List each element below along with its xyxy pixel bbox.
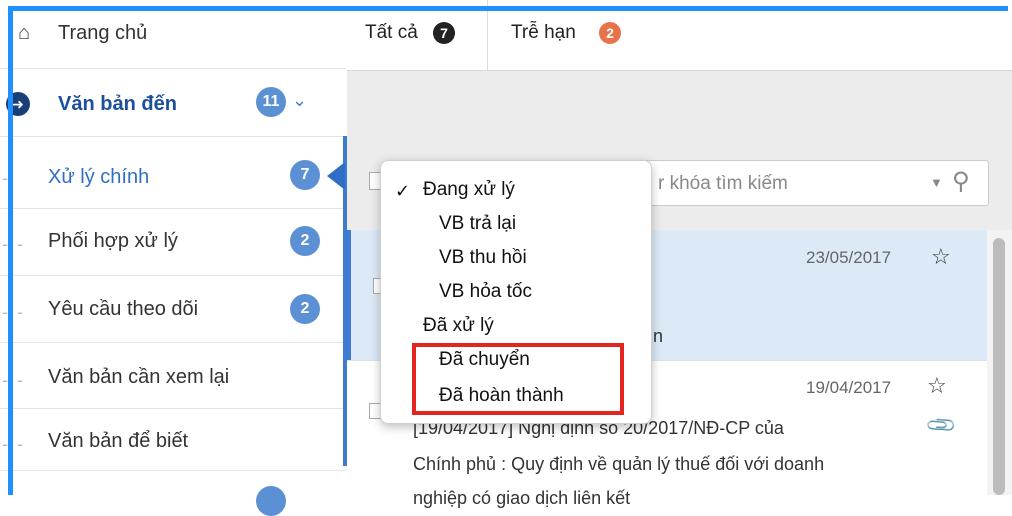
chevron-down-icon[interactable]: ⌄ bbox=[292, 90, 307, 111]
scrollbar[interactable] bbox=[987, 230, 1012, 495]
divider bbox=[0, 68, 346, 69]
message-line: nghiệp có giao dịch liên kết bbox=[413, 488, 631, 508]
sidebar: ⌂ Trang chủ ➜ Văn bản đến 11 ⌄ - Xử lý c… bbox=[0, 0, 346, 516]
message-date: 23/05/2017 bbox=[806, 248, 892, 267]
tab-tre-han-label: Trễ hạn bbox=[511, 22, 576, 43]
message-date: 19/04/2017 bbox=[806, 378, 892, 397]
check-icon: ✓ bbox=[395, 181, 411, 201]
phoi-hop-count-badge: 2 bbox=[290, 226, 320, 256]
highlight-annotation bbox=[412, 343, 624, 415]
xu-ly-chinh-count-badge: 7 bbox=[290, 160, 320, 190]
sidebar-item-home[interactable]: Trang chủ bbox=[58, 22, 147, 45]
home-icon[interactable]: ⌂ bbox=[18, 22, 30, 45]
divider bbox=[0, 275, 346, 276]
partial-badge bbox=[256, 486, 286, 516]
sidebar-item-can-xem-lai[interactable]: Văn bản cần xem lại bbox=[48, 366, 229, 389]
dropdown-item-dang-xu-ly[interactable]: Đang xử lý bbox=[423, 179, 515, 201]
divider bbox=[0, 408, 346, 409]
frame-border bbox=[8, 6, 1008, 11]
sidebar-item-phoi-hop[interactable]: Phối hợp xử lý bbox=[48, 230, 178, 253]
tree-dash: - - bbox=[2, 370, 25, 390]
divider bbox=[0, 342, 346, 343]
tree-dash: - - bbox=[2, 234, 25, 254]
search-input[interactable]: r khóa tìm kiếm bbox=[658, 173, 788, 195]
incoming-count-badge: 11 bbox=[256, 87, 286, 117]
divider bbox=[0, 470, 346, 471]
yeu-cau-count-badge: 2 bbox=[290, 294, 320, 324]
active-pointer bbox=[327, 162, 345, 190]
star-icon[interactable]: ☆ bbox=[931, 244, 951, 270]
caret-down-icon[interactable]: ▼ bbox=[930, 175, 943, 190]
tree-dash: - - bbox=[2, 302, 25, 322]
tab-tat-ca-badge: 7 bbox=[433, 22, 455, 44]
sidebar-item-yeu-cau[interactable]: Yêu cầu theo dõi bbox=[48, 298, 198, 321]
tree-dash: - - bbox=[2, 434, 25, 454]
star-icon[interactable]: ☆ bbox=[927, 373, 947, 399]
dropdown-item-da-xu-ly[interactable]: Đã xử lý bbox=[423, 315, 494, 337]
divider bbox=[0, 208, 346, 209]
tab-tat-ca-label: Tất cả bbox=[365, 22, 418, 43]
message-line: Chính phủ : Quy định về quản lý thuế đối… bbox=[413, 454, 825, 474]
dropdown-item-vb-hoa-toc[interactable]: VB hỏa tốc bbox=[439, 281, 532, 303]
tab-tre-han-badge: 2 bbox=[599, 22, 621, 44]
sidebar-item-xu-ly-chinh[interactable]: Xử lý chính bbox=[48, 166, 149, 189]
divider bbox=[0, 136, 346, 137]
dropdown-item-vb-thu-hoi[interactable]: VB thu hồi bbox=[439, 247, 527, 269]
sidebar-item-de-biet[interactable]: Văn bản để biết bbox=[48, 430, 188, 453]
scroll-thumb[interactable] bbox=[993, 238, 1005, 495]
dropdown-item-vb-tra-lai[interactable]: VB trả lại bbox=[439, 213, 516, 235]
search-icon[interactable]: ⚲ bbox=[952, 167, 970, 196]
search-box[interactable]: r khóa tìm kiếm ▼ ⚲ bbox=[617, 160, 989, 206]
sidebar-item-incoming-label[interactable]: Văn bản đến bbox=[58, 93, 177, 116]
message-text: n bbox=[653, 326, 664, 346]
frame-border bbox=[8, 6, 13, 495]
